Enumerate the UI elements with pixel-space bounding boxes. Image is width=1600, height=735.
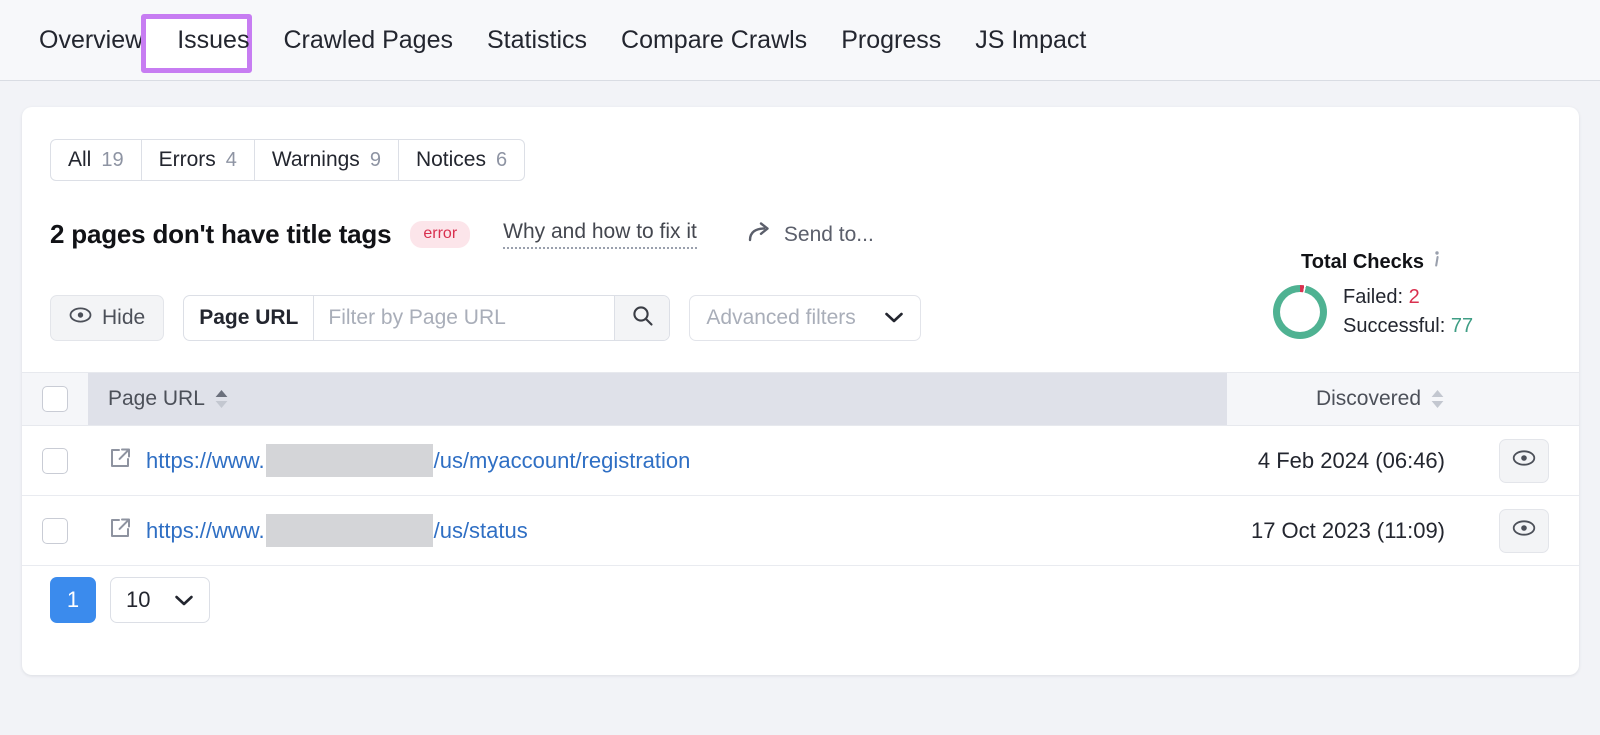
checks-stats: Failed: 2 Successful: 77	[1343, 283, 1473, 341]
page-url-column-label: Page URL	[108, 387, 205, 411]
search-input[interactable]	[314, 296, 614, 340]
sort-by-page-url[interactable]: Page URL	[108, 387, 229, 411]
sort-by-discovered[interactable]: Discovered	[1316, 387, 1445, 411]
table-header-row: Page URL Discovered	[22, 372, 1579, 426]
table-row: https://www. /us/myaccount/registration 4…	[22, 426, 1579, 496]
send-to-button[interactable]: Send to...	[747, 221, 874, 249]
pagination: 1 10	[50, 577, 210, 623]
row-url-cell: https://www. /us/myaccount/registration	[88, 444, 1193, 477]
sort-arrows-icon	[1430, 389, 1445, 409]
failed-stat: Failed: 2	[1343, 283, 1473, 312]
page-url-filter-group: Page URL	[183, 295, 670, 341]
filter-notices-label: Notices	[416, 148, 486, 172]
row-checkbox[interactable]	[42, 448, 68, 474]
external-link-icon[interactable]	[108, 446, 132, 475]
redacted-domain	[266, 444, 433, 477]
tab-overview[interactable]: Overview	[22, 0, 160, 81]
eye-icon	[1512, 519, 1536, 542]
tab-crawled-pages[interactable]: Crawled Pages	[266, 0, 470, 81]
filter-errors[interactable]: Errors 4	[142, 140, 255, 180]
external-link-icon[interactable]	[108, 516, 132, 545]
page-url-header-cell: Page URL	[88, 387, 1193, 411]
status-badge: error	[410, 221, 470, 248]
search-button[interactable]	[614, 296, 669, 340]
row-action-cell	[1469, 439, 1579, 483]
tab-compare-crawls[interactable]: Compare Crawls	[604, 0, 824, 81]
discovered-column-label: Discovered	[1316, 387, 1421, 411]
discovered-date: 17 Oct 2023 (11:09)	[1251, 518, 1445, 544]
filter-all-count: 19	[101, 149, 123, 172]
successful-stat: Successful: 77	[1343, 312, 1473, 341]
filter-notices[interactable]: Notices 6	[399, 140, 524, 180]
per-page-value: 10	[126, 587, 150, 613]
filter-all[interactable]: All 19	[51, 140, 142, 180]
search-icon	[631, 304, 654, 332]
successful-label: Successful:	[1343, 315, 1445, 337]
total-checks-body: Failed: 2 Successful: 77	[1273, 283, 1533, 341]
filter-notices-count: 6	[496, 149, 507, 172]
why-and-how-to-fix-link[interactable]: Why and how to fix it	[503, 220, 697, 249]
select-all-cell	[22, 386, 88, 412]
row-checkbox[interactable]	[42, 518, 68, 544]
failed-value: 2	[1409, 286, 1420, 308]
redacted-domain	[266, 514, 433, 547]
url-prefix: https://www.	[146, 448, 265, 474]
preview-button[interactable]	[1499, 509, 1549, 553]
hide-button-label: Hide	[102, 306, 145, 330]
filter-warnings[interactable]: Warnings 9	[255, 140, 399, 180]
row-select-cell	[22, 448, 88, 474]
failed-label: Failed:	[1343, 286, 1403, 308]
eye-icon	[69, 306, 92, 330]
tab-js-impact[interactable]: JS Impact	[958, 0, 1103, 81]
discovered-header-cell: Discovered	[1193, 387, 1469, 411]
filter-all-label: All	[68, 148, 91, 172]
send-to-label: Send to...	[784, 223, 874, 247]
select-all-checkbox[interactable]	[42, 386, 68, 412]
advanced-filters-label: Advanced filters	[706, 306, 855, 330]
row-discovered-cell: 17 Oct 2023 (11:09)	[1193, 518, 1469, 544]
per-page-select[interactable]: 10	[110, 577, 210, 623]
filter-warnings-label: Warnings	[272, 148, 360, 172]
tab-issues[interactable]: Issues	[160, 0, 266, 81]
tab-progress[interactable]: Progress	[824, 0, 958, 81]
preview-button[interactable]	[1499, 439, 1549, 483]
checks-donut-chart	[1273, 285, 1327, 339]
issue-type-filter: All 19 Errors 4 Warnings 9 Notices 6	[50, 139, 525, 181]
page-url-link[interactable]: https://www. /us/myaccount/registration	[146, 444, 690, 477]
successful-value: 77	[1451, 315, 1473, 337]
total-checks-label: Total Checks	[1301, 251, 1424, 274]
issue-heading-row: 2 pages don't have title tags error Why …	[50, 219, 874, 250]
page-title: 2 pages don't have title tags	[50, 219, 391, 250]
chevron-down-icon	[884, 306, 904, 330]
page-url-filter-label: Page URL	[184, 296, 314, 340]
page-url-link[interactable]: https://www. /us/status	[146, 514, 528, 547]
tab-statistics[interactable]: Statistics	[470, 0, 604, 81]
row-url-cell: https://www. /us/status	[88, 514, 1193, 547]
filter-errors-count: 4	[226, 149, 237, 172]
hide-button[interactable]: Hide	[50, 295, 164, 341]
url-prefix: https://www.	[146, 518, 265, 544]
issues-table: Page URL Discovered	[22, 372, 1579, 566]
row-select-cell	[22, 518, 88, 544]
share-arrow-icon	[747, 221, 773, 249]
filters-toolbar: Hide Page URL Advanced filters	[50, 295, 921, 341]
info-icon[interactable]	[1433, 250, 1441, 275]
table-row: https://www. /us/status 17 Oct 2023 (11:0…	[22, 496, 1579, 566]
page-button-1[interactable]: 1	[50, 577, 96, 623]
sort-arrows-icon	[214, 389, 229, 409]
total-checks-widget: Total Checks Failed: 2 Successful: 77	[1273, 250, 1533, 341]
issues-card: All 19 Errors 4 Warnings 9 Notices 6 2 p…	[22, 107, 1579, 675]
chevron-down-icon	[174, 587, 194, 613]
filter-errors-label: Errors	[159, 148, 216, 172]
eye-icon	[1512, 449, 1536, 472]
row-discovered-cell: 4 Feb 2024 (06:46)	[1193, 448, 1469, 474]
total-checks-title-row: Total Checks	[1301, 250, 1533, 275]
filter-warnings-count: 9	[370, 149, 381, 172]
url-suffix: /us/myaccount/registration	[434, 448, 691, 474]
primary-nav: Overview Issues Crawled Pages Statistics…	[0, 0, 1600, 81]
url-suffix: /us/status	[434, 518, 528, 544]
advanced-filters-dropdown[interactable]: Advanced filters	[689, 295, 921, 341]
discovered-date: 4 Feb 2024 (06:46)	[1258, 448, 1445, 474]
row-action-cell	[1469, 509, 1579, 553]
